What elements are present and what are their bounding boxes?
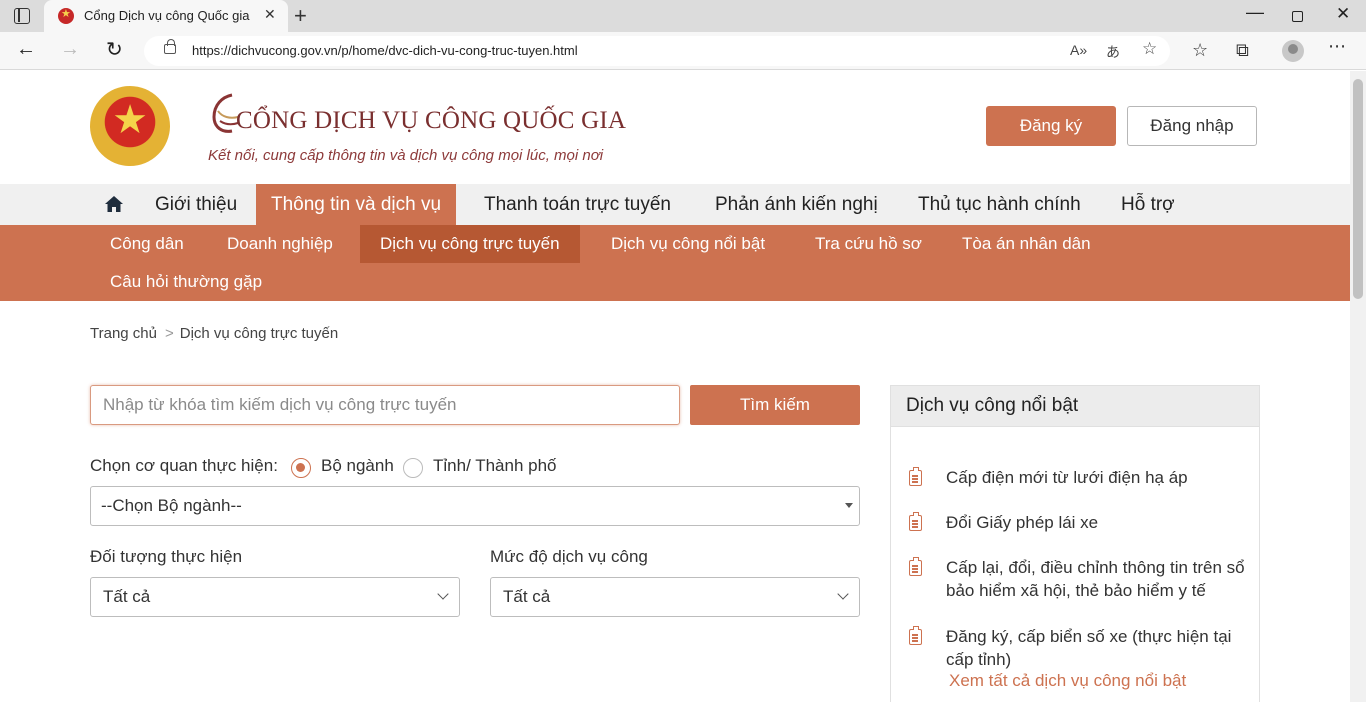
agency-label: Chọn cơ quan thực hiện: (90, 456, 278, 475)
featured-service-label[interactable]: Đổi Giấy phép lái xe (946, 511, 1251, 534)
featured-service-label[interactable]: Đăng ký, cấp biển số xe (thực hiện tại c… (946, 625, 1251, 671)
level-select-value: Tất cả (503, 587, 551, 606)
sub-nav: Công dân Doanh nghiệp Dịch vụ công trực … (0, 225, 1350, 301)
minimize-icon[interactable]: — (1246, 2, 1264, 23)
address-bar[interactable]: https://dichvucong.gov.vn/p/home/dvc-dic… (144, 36, 1170, 66)
document-icon (909, 512, 922, 531)
url-text[interactable]: https://dichvucong.gov.vn/p/home/dvc-dic… (192, 43, 578, 58)
translate-icon[interactable]: あ (1106, 42, 1120, 62)
radio-tinh-thanh-pho-label[interactable]: Tỉnh/ Thành phố (433, 456, 557, 476)
site-title[interactable]: CỔNG DỊCH VỤ CÔNG QUỐC GIA (236, 107, 626, 135)
nav-item-gioi-thieu[interactable]: Giới thiệu (155, 184, 237, 225)
new-tab-icon[interactable]: + (294, 3, 307, 29)
level-label: Mức độ dịch vụ công (490, 547, 648, 566)
breadcrumb-separator: > (164, 325, 174, 342)
scrollbar-thumb[interactable] (1353, 79, 1363, 299)
browser-tab[interactable]: Cổng Dịch vụ công Quốc gia ✕ (44, 0, 288, 32)
radio-bo-nganh[interactable] (291, 458, 311, 478)
search-button[interactable]: Tìm kiếm (690, 385, 860, 425)
page-scrollbar[interactable] (1350, 71, 1366, 702)
home-icon[interactable] (104, 195, 124, 213)
browser-toolbar: ← → ↻ https://dichvucong.gov.vn/p/home/d… (0, 32, 1366, 70)
subnav-dich-vu-cong-noi-bat[interactable]: Dịch vụ công nổi bật (611, 225, 765, 263)
featured-service-label[interactable]: Cấp điện mới từ lưới điện hạ áp (946, 466, 1251, 489)
maximize-icon[interactable] (1292, 11, 1303, 22)
target-select-value: Tất cả (103, 587, 151, 606)
web-page: ★ CỔNG DỊCH VỤ CÔNG QUỐC GIA Kết nối, cu… (0, 71, 1350, 702)
ministry-select-value: --Chọn Bộ ngành-- (101, 496, 242, 515)
radio-tinh-thanh-pho[interactable] (403, 458, 423, 478)
subnav-dich-vu-cong-truc-tuyen[interactable]: Dịch vụ công trực tuyến (360, 225, 580, 263)
breadcrumb-current: Dịch vụ công trực tuyến (179, 325, 339, 342)
close-tab-icon[interactable]: ✕ (264, 6, 276, 23)
more-menu-icon[interactable]: ⋯ (1328, 36, 1346, 57)
login-button[interactable]: Đăng nhập (1127, 106, 1257, 146)
document-icon (909, 557, 922, 576)
favorites-icon[interactable]: ☆ (1192, 40, 1208, 61)
nav-item-thu-tuc[interactable]: Thủ tục hành chính (918, 184, 1081, 225)
collections-icon[interactable]: ⧉ (1236, 40, 1249, 61)
featured-services-title: Dịch vụ công nổi bật (891, 386, 1259, 427)
search-input[interactable] (90, 385, 680, 425)
see-all-featured-link[interactable]: Xem tất cả dịch vụ công nổi bật (949, 671, 1186, 691)
breadcrumb: Trang chủ > Dịch vụ công trực tuyến (90, 325, 338, 342)
subnav-doanh-nghiep[interactable]: Doanh nghiệp (227, 225, 333, 263)
subnav-toa-an[interactable]: Tòa án nhân dân (962, 225, 1091, 263)
national-emblem-logo[interactable]: ★ (90, 86, 170, 166)
dropdown-arrow-icon (845, 503, 853, 508)
nav-item-thong-tin-dich-vu[interactable]: Thông tin và dịch vụ (256, 184, 457, 225)
site-subtitle: Kết nối, cung cấp thông tin và dịch vụ c… (208, 147, 604, 164)
level-select[interactable]: Tất cả (490, 577, 860, 617)
read-aloud-icon[interactable]: A» (1070, 42, 1087, 58)
radio-bo-nganh-label[interactable]: Bộ ngành (321, 456, 394, 476)
profile-avatar[interactable] (1282, 40, 1304, 62)
star-icon: ★ (112, 98, 148, 142)
subnav-cong-dan[interactable]: Công dân (110, 225, 184, 263)
nav-item-phan-anh[interactable]: Phản ánh kiến nghị (715, 184, 878, 225)
document-icon (909, 467, 922, 486)
window-close-icon[interactable]: ✕ (1336, 4, 1350, 24)
nav-item-thanh-toan[interactable]: Thanh toán trực tuyến (484, 184, 671, 225)
document-icon (909, 626, 922, 645)
add-favorite-icon[interactable]: ☆ (1142, 39, 1157, 59)
browser-tab-bar: Cổng Dịch vụ công Quốc gia ✕ + — ✕ (0, 0, 1366, 32)
back-icon[interactable]: ← (16, 38, 36, 61)
chevron-down-icon (837, 588, 849, 600)
nav-item-ho-tro[interactable]: Hỗ trợ (1121, 184, 1175, 225)
featured-services-panel: Dịch vụ công nổi bật Cấp điện mới từ lướ… (890, 385, 1260, 702)
reload-icon[interactable]: ↻ (106, 37, 123, 62)
forward-icon[interactable]: → (60, 38, 80, 61)
featured-service-label[interactable]: Cấp lại, đổi, điều chỉnh thông tin trên … (946, 556, 1251, 602)
lock-icon[interactable] (164, 39, 176, 54)
target-select[interactable]: Tất cả (90, 577, 460, 617)
subnav-tra-cuu-ho-so[interactable]: Tra cứu hồ sơ (815, 225, 922, 263)
site-favicon-icon (58, 7, 74, 24)
tab-title: Cổng Dịch vụ công Quốc gia (84, 8, 250, 23)
target-label: Đối tượng thực hiện (90, 547, 243, 566)
tab-actions-icon[interactable] (14, 8, 30, 24)
subnav-faq[interactable]: Câu hỏi thường gặp (110, 263, 262, 301)
breadcrumb-home[interactable]: Trang chủ (90, 325, 157, 342)
ministry-select[interactable]: --Chọn Bộ ngành-- (90, 486, 860, 526)
chevron-down-icon (437, 588, 449, 600)
register-button[interactable]: Đăng ký (986, 106, 1116, 146)
main-nav: Giới thiệu Thông tin và dịch vụ Thanh to… (0, 184, 1350, 225)
